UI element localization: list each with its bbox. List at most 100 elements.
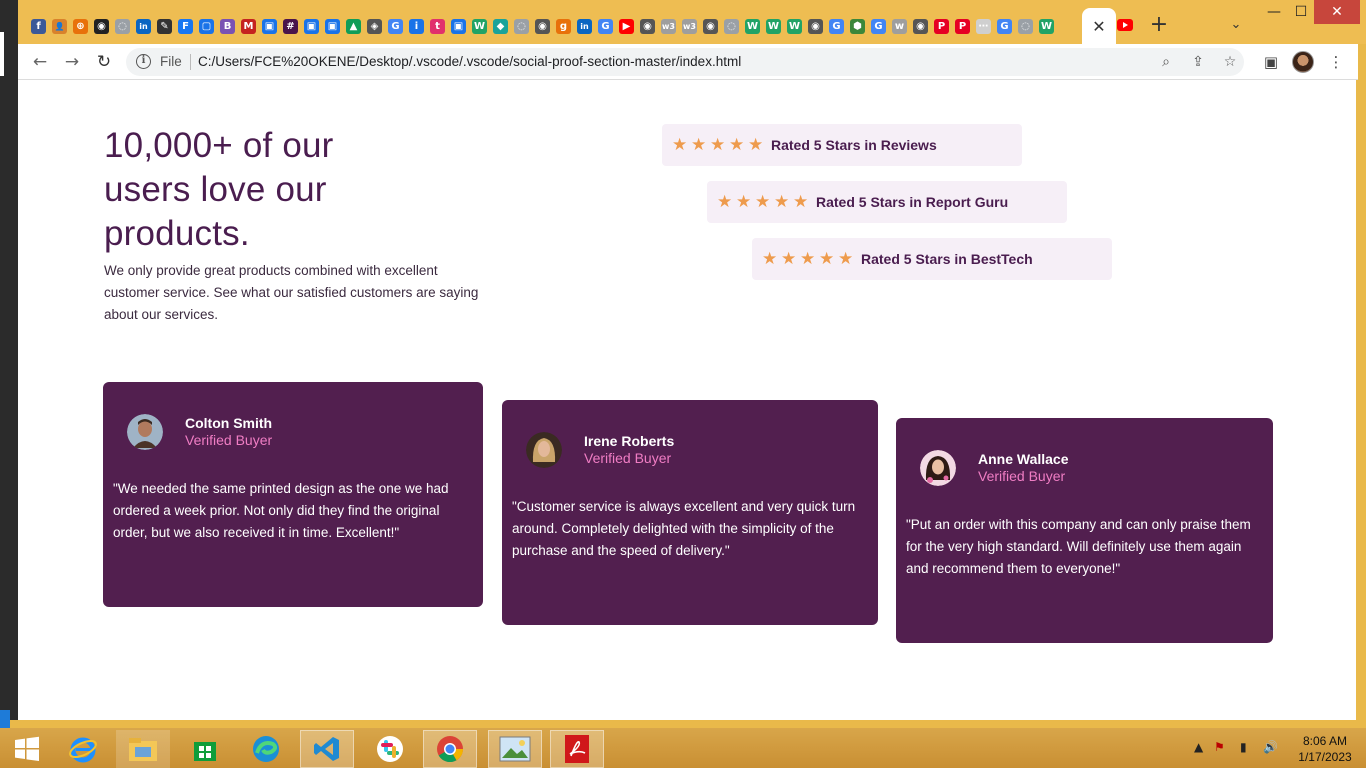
favicon-14-tab[interactable]: ▣ <box>301 12 322 40</box>
site-info-icon[interactable]: i <box>136 54 151 69</box>
back-button[interactable]: ← <box>28 50 52 74</box>
favicon-33-tab[interactable]: ◉ <box>700 12 721 40</box>
zoom-icon[interactable]: ⌕ <box>1156 52 1176 72</box>
file-explorer-button[interactable] <box>116 730 170 768</box>
star-rating: ★ ★ ★ ★ ★ <box>717 191 810 212</box>
slack-button[interactable] <box>363 730 417 768</box>
start-button[interactable] <box>0 730 54 768</box>
vscode-button[interactable] <box>300 730 354 768</box>
star-icon: ★ <box>717 191 733 212</box>
show-hidden-icons[interactable]: ▲ <box>1194 740 1203 754</box>
verified-badge: Verified Buyer <box>978 468 1066 484</box>
new-tab-button[interactable]: + <box>1148 12 1170 38</box>
favicon-17-tab[interactable]: ◈ <box>364 12 385 40</box>
address-bar[interactable]: i File C:/Users/FCE%20OKENE/Desktop/.vsc… <box>126 48 1244 76</box>
favicon-37-tab[interactable]: W <box>784 12 805 40</box>
favicon-36-icon: W <box>766 18 781 34</box>
favicon-48-tab[interactable]: ◌ <box>1015 12 1036 40</box>
favicon-44-tab[interactable]: P <box>931 12 952 40</box>
favicon-42-tab[interactable]: w <box>889 12 910 40</box>
url-text[interactable]: C:/Users/FCE%20OKENE/Desktop/.vscode/.vs… <box>198 54 741 69</box>
start-icon <box>15 736 39 761</box>
star-icon: ★ <box>748 134 764 155</box>
system-clock[interactable]: 8:06 AM 1/17/2023 <box>1290 733 1360 765</box>
share-icon[interactable]: ⇪ <box>1188 52 1208 72</box>
favicon-46-icon: ⋯ <box>976 18 991 34</box>
favicon-18-tab[interactable]: G <box>385 12 406 40</box>
favicon-26-tab[interactable]: g <box>553 12 574 40</box>
favicon-32-tab[interactable]: w3 <box>679 12 700 40</box>
star-icon: ★ <box>781 248 797 269</box>
favicon-8-tab[interactable]: F <box>175 12 196 40</box>
favicon-13-tab[interactable]: # <box>280 12 301 40</box>
favicon-22-tab[interactable]: W <box>469 12 490 40</box>
active-tab[interactable]: ✕ <box>1082 8 1116 44</box>
favicon-20-tab[interactable]: t <box>427 12 448 40</box>
close-window-button[interactable]: ✕ <box>1314 0 1360 24</box>
side-panel-icon[interactable]: ▣ <box>1259 50 1283 74</box>
favicon-40-tab[interactable]: ⬢ <box>847 12 868 40</box>
internet-explorer-button[interactable] <box>56 730 110 768</box>
favicon-45-tab[interactable]: P <box>952 12 973 40</box>
favicon-38-tab[interactable]: ◉ <box>805 12 826 40</box>
favicon-5-icon: ◌ <box>115 18 130 34</box>
favicon-1-tab[interactable]: f <box>28 12 49 40</box>
network-icon[interactable]: ⚑ <box>1214 740 1225 754</box>
favicon-44-icon: P <box>934 18 949 34</box>
favicon-2-icon: 👤 <box>52 18 67 34</box>
favicon-41-tab[interactable]: G <box>868 12 889 40</box>
favicon-36-tab[interactable]: W <box>763 12 784 40</box>
favicon-31-icon: w3 <box>661 18 676 34</box>
bookmark-star-icon[interactable]: ☆ <box>1220 52 1240 72</box>
favicon-35-tab[interactable]: W <box>742 12 763 40</box>
favicon-28-tab[interactable]: G <box>595 12 616 40</box>
tab-search-button[interactable]: ⌄ <box>1226 14 1246 36</box>
star-icon: ★ <box>793 191 809 212</box>
favicon-12-tab[interactable]: ▣ <box>259 12 280 40</box>
photos-button[interactable] <box>488 730 542 768</box>
favicon-16-tab[interactable]: ▲ <box>343 12 364 40</box>
forward-button[interactable]: → <box>60 50 84 74</box>
acrobat-button[interactable] <box>550 730 604 768</box>
favicon-15-tab[interactable]: ▣ <box>322 12 343 40</box>
favicon-30-tab[interactable]: ◉ <box>637 12 658 40</box>
favicon-23-tab[interactable]: ◆ <box>490 12 511 40</box>
reload-button[interactable]: ↻ <box>92 50 116 74</box>
battery-icon[interactable]: ▮ <box>1240 740 1247 754</box>
favicon-39-tab[interactable]: G <box>826 12 847 40</box>
favicon-43-tab[interactable]: ◉ <box>910 12 931 40</box>
store-button[interactable] <box>178 730 232 768</box>
favicon-49-tab[interactable]: W <box>1036 12 1057 40</box>
favicon-6-tab[interactable]: in <box>133 12 154 40</box>
volume-icon[interactable]: 🔊 <box>1263 740 1278 754</box>
favicon-19-tab[interactable]: i <box>406 12 427 40</box>
photos-icon <box>499 736 531 762</box>
close-icon[interactable]: ✕ <box>1092 17 1105 36</box>
edge-button[interactable] <box>239 730 293 768</box>
profile-avatar[interactable] <box>1292 51 1314 73</box>
favicon-3-tab[interactable]: ⊕ <box>70 12 91 40</box>
favicon-9-tab[interactable]: ▢ <box>196 12 217 40</box>
favicon-46-tab[interactable]: ⋯ <box>973 12 994 40</box>
favicon-25-icon: ◉ <box>535 18 550 34</box>
maximize-button[interactable]: ☐ <box>1284 0 1318 24</box>
favicon-29-tab[interactable]: ▶ <box>616 12 637 40</box>
favicon-5-tab[interactable]: ◌ <box>112 12 133 40</box>
favicon-4-tab[interactable]: ◉ <box>91 12 112 40</box>
favicon-21-tab[interactable]: ▣ <box>448 12 469 40</box>
favicon-25-tab[interactable]: ◉ <box>532 12 553 40</box>
favicon-47-tab[interactable]: G <box>994 12 1015 40</box>
menu-icon[interactable]: ⋮ <box>1324 50 1348 74</box>
favicon-7-tab[interactable]: ✎ <box>154 12 175 40</box>
youtube-tab[interactable] <box>1116 16 1134 34</box>
favicon-27-tab[interactable]: in <box>574 12 595 40</box>
favicon-30-icon: ◉ <box>640 18 655 34</box>
chrome-button[interactable] <box>423 730 477 768</box>
favicon-10-tab[interactable]: B <box>217 12 238 40</box>
favicon-24-tab[interactable]: ◌ <box>511 12 532 40</box>
favicon-34-tab[interactable]: ◌ <box>721 12 742 40</box>
favicon-2-tab[interactable]: 👤 <box>49 12 70 40</box>
favicon-31-tab[interactable]: w3 <box>658 12 679 40</box>
favicon-11-tab[interactable]: M <box>238 12 259 40</box>
favicon-16-icon: ▲ <box>346 18 361 34</box>
